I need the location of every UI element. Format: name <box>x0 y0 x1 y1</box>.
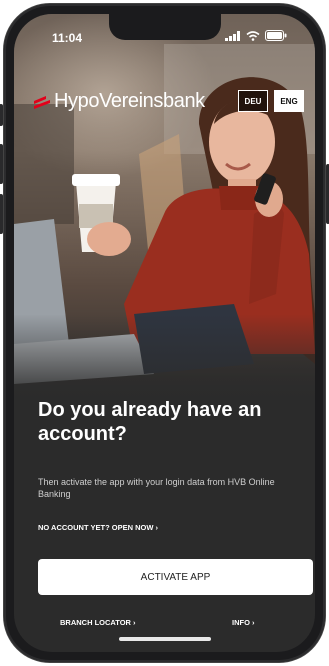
language-toggle-eng[interactable]: ENG <box>274 90 304 112</box>
camera-notch <box>109 14 221 40</box>
signal-icon <box>225 30 240 41</box>
hvb-logo-mark <box>34 94 50 110</box>
branch-locator-link[interactable]: BRANCH LOCATOR › <box>60 618 136 627</box>
onboarding-panel: Do you already have an account? Then act… <box>14 384 315 652</box>
brand-logo: HypoVereinsbank <box>34 90 205 113</box>
volume-down-button <box>0 194 3 234</box>
wifi-icon <box>246 30 260 41</box>
volume-up-button <box>0 144 3 184</box>
brand-name: HypoVereinsbank <box>54 90 205 112</box>
activation-description: Then activate the app with your login da… <box>38 477 275 499</box>
mute-switch <box>0 104 3 126</box>
home-indicator[interactable] <box>119 637 211 641</box>
activate-app-button[interactable]: ACTIVATE APP <box>38 559 313 595</box>
battery-icon <box>265 30 287 41</box>
language-toggle-deu[interactable]: DEU <box>238 90 268 112</box>
status-icons <box>225 30 287 41</box>
page-title: Do you already have an account? <box>38 399 262 445</box>
status-time: 11:04 <box>52 31 83 45</box>
hero-photo <box>14 14 315 404</box>
phone-frame: 11:04 HypoVereinsbank DEU ENG Do you alr… <box>0 4 329 662</box>
hero-illustration <box>14 44 315 404</box>
open-account-link[interactable]: NO ACCOUNT YET? OPEN NOW › <box>38 523 158 532</box>
info-link[interactable]: INFO › <box>232 618 255 627</box>
app-screen: 11:04 HypoVereinsbank DEU ENG Do you alr… <box>14 14 315 652</box>
